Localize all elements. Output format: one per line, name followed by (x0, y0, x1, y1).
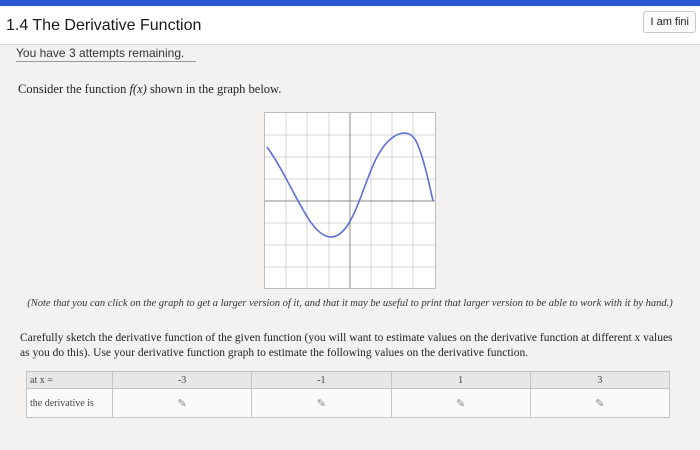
table-answer-row: the derivative is ✎ ✎ ✎ ✎ (26, 388, 671, 418)
row-label: the derivative is (26, 388, 113, 418)
pencil-icon: ✎ (316, 397, 326, 410)
pencil-icon: ✎ (177, 397, 187, 410)
answer-field[interactable]: ✎ (251, 388, 392, 418)
pencil-icon: ✎ (456, 397, 466, 410)
pencil-icon: ✎ (595, 397, 605, 410)
x-value-cell: 1 (390, 371, 531, 389)
divider (16, 61, 196, 62)
answer-table: at x = -3 -1 1 3 the derivative is ✎ ✎ ✎… (26, 371, 671, 418)
graph-note: (Note that you can click on the graph to… (27, 298, 673, 309)
answer-field[interactable]: ✎ (529, 388, 671, 418)
x-value-cell: -3 (111, 371, 253, 389)
finish-button[interactable]: I am fini (643, 11, 696, 33)
graph-axes (265, 113, 435, 288)
x-value-cell: 3 (529, 371, 671, 389)
question-prompt: Consider the function f(x) shown in the … (18, 82, 281, 97)
prompt-before: Consider the function (18, 82, 130, 96)
answer-field[interactable]: ✎ (111, 388, 253, 418)
prompt-function: f(x) (129, 82, 147, 96)
answer-field[interactable]: ✎ (390, 388, 531, 418)
graph-svg (265, 113, 435, 288)
function-graph[interactable] (264, 112, 436, 289)
accent-strip (0, 0, 700, 6)
instructions: Carefully sketch the derivative function… (20, 332, 673, 359)
prompt-after: shown in the graph below. (146, 82, 282, 96)
attempts-remaining: You have 3 attempts remaining. (16, 46, 185, 60)
x-value-cell: -1 (251, 371, 392, 389)
page-title: 1.4 The Derivative Function (6, 17, 202, 34)
header-label: at x = (26, 371, 113, 389)
table-header-row: at x = -3 -1 1 3 (26, 371, 671, 389)
header-bar: 1.4 The Derivative Function I am fini (0, 0, 700, 45)
